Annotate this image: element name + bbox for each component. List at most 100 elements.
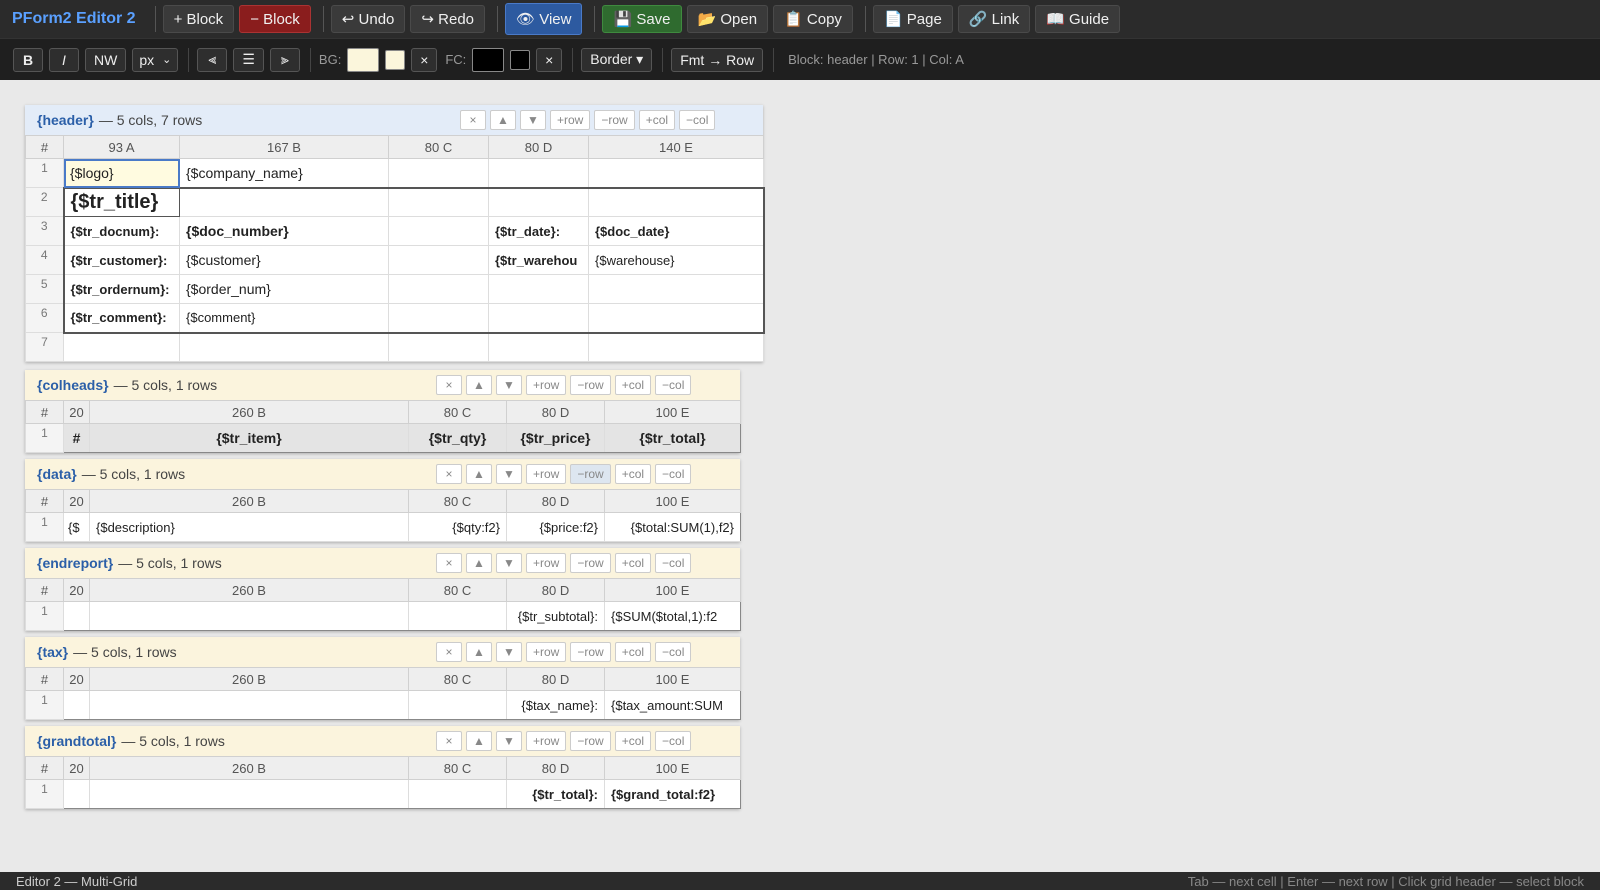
bold-button[interactable]: B bbox=[13, 47, 43, 72]
close-block-button[interactable]: × bbox=[436, 731, 462, 751]
grid-cell[interactable]: {$tr_comment}: bbox=[62, 303, 180, 334]
column-header-a[interactable]: 20 bbox=[63, 400, 90, 424]
grid-cell[interactable]: {$total:SUM(1),f2} bbox=[604, 512, 741, 542]
remove-row-button[interactable]: −row bbox=[570, 375, 611, 395]
column-header-d[interactable]: 80 D bbox=[488, 135, 589, 159]
add-col-button[interactable]: +col bbox=[614, 731, 652, 751]
grid-cell[interactable]: {$tr_customer}: bbox=[62, 245, 180, 275]
column-header-b[interactable]: 260 B bbox=[89, 489, 409, 513]
grid-cell[interactable] bbox=[588, 186, 765, 217]
grid-cell[interactable]: {$tr_total} bbox=[604, 423, 741, 453]
grid-cell[interactable]: {$SUM($total,1):f2 bbox=[604, 601, 741, 631]
column-header-d[interactable]: 80 D bbox=[506, 667, 605, 691]
column-header-e[interactable]: 100 E bbox=[604, 756, 741, 780]
move-up-button[interactable]: ▲ bbox=[490, 110, 516, 130]
move-down-button[interactable]: ▼ bbox=[496, 375, 522, 395]
move-down-button[interactable]: ▼ bbox=[520, 110, 546, 130]
grid-cell[interactable]: {$grand_total:f2} bbox=[604, 779, 741, 809]
grid-cell[interactable] bbox=[408, 690, 507, 720]
block-header-bar[interactable]: {endreport} — 5 cols, 1 rows × ▲ ▼ +row … bbox=[25, 548, 740, 578]
format-to-row-button[interactable]: Fmt → Row bbox=[671, 47, 764, 72]
column-header-a[interactable]: 20 bbox=[63, 578, 90, 602]
add-col-button[interactable]: +col bbox=[614, 375, 652, 395]
unit-select[interactable]: px ⌄ bbox=[132, 47, 179, 72]
grid-cell[interactable] bbox=[588, 332, 764, 362]
grid-cell[interactable] bbox=[388, 274, 489, 304]
guide-button[interactable]: 📖 Guide bbox=[1035, 5, 1121, 33]
grid-cell[interactable] bbox=[488, 158, 589, 188]
block-header-bar[interactable]: {data} — 5 cols, 1 rows × ▲ ▼ +row −row … bbox=[25, 459, 740, 489]
column-header-c[interactable]: 80 C bbox=[408, 667, 507, 691]
add-row-button[interactable]: +row bbox=[526, 375, 567, 395]
copy-button[interactable]: 📋 Copy bbox=[773, 5, 853, 33]
grid-cell[interactable]: {$tr_ordernum}: bbox=[62, 274, 180, 304]
add-col-button[interactable]: +col bbox=[638, 110, 676, 130]
move-up-button[interactable]: ▲ bbox=[466, 464, 492, 484]
grid-cell[interactable] bbox=[488, 332, 589, 362]
remove-col-button[interactable]: −col bbox=[655, 464, 692, 484]
column-header-c[interactable]: 80 C bbox=[388, 135, 489, 159]
save-button[interactable]: 💾 Save bbox=[602, 5, 682, 33]
move-down-button[interactable]: ▼ bbox=[496, 553, 522, 573]
grid-cell[interactable]: {$tr_warehou bbox=[488, 245, 589, 275]
move-down-button[interactable]: ▼ bbox=[496, 731, 522, 751]
grid-cell[interactable] bbox=[388, 245, 489, 275]
undo-button[interactable]: ↩ Undo bbox=[330, 5, 406, 33]
block-header-bar[interactable]: {header} — 5 cols, 7 rows × ▲ ▼ +row −ro… bbox=[25, 105, 763, 135]
remove-block-button[interactable]: − Block bbox=[239, 5, 311, 33]
add-row-button[interactable]: +row bbox=[526, 642, 567, 662]
grid-cell[interactable]: {$comment} bbox=[179, 303, 389, 334]
grid-cell[interactable] bbox=[89, 779, 409, 809]
bg-color-picker[interactable] bbox=[347, 47, 380, 72]
column-header-a[interactable]: 20 bbox=[63, 489, 90, 513]
column-header-e[interactable]: 100 E bbox=[604, 667, 741, 691]
column-header-c[interactable]: 80 C bbox=[408, 578, 507, 602]
grid-cell[interactable] bbox=[488, 303, 589, 334]
grid-cell[interactable]: {$description} bbox=[89, 512, 409, 542]
column-header-a[interactable]: 93 A bbox=[63, 135, 180, 159]
grid-cell[interactable] bbox=[179, 332, 389, 362]
remove-col-button[interactable]: −col bbox=[679, 110, 716, 130]
grid-cell[interactable] bbox=[388, 158, 489, 188]
grid-cell[interactable] bbox=[388, 216, 489, 246]
grid-cell[interactable] bbox=[408, 601, 507, 631]
grid-cell[interactable]: {$tr_item} bbox=[89, 423, 409, 453]
align-center-button[interactable]: ☰ bbox=[233, 47, 264, 72]
grid-cell[interactable]: {$tr_total}: bbox=[506, 779, 605, 809]
grid-cell[interactable]: {$ bbox=[63, 512, 90, 542]
redo-button[interactable]: ↪ Redo bbox=[410, 5, 486, 33]
remove-row-button[interactable]: −row bbox=[594, 110, 635, 130]
grid-cell[interactable]: {$tr_subtotal}: bbox=[506, 601, 605, 631]
grid-cell[interactable]: {$qty:f2} bbox=[408, 512, 507, 542]
close-block-button[interactable]: × bbox=[436, 375, 462, 395]
column-header-c[interactable]: 80 C bbox=[408, 756, 507, 780]
column-header-b[interactable]: 167 B bbox=[179, 135, 389, 159]
grid-cell[interactable]: {$doc_number} bbox=[179, 216, 389, 246]
move-up-button[interactable]: ▲ bbox=[466, 642, 492, 662]
close-block-button[interactable]: × bbox=[460, 110, 486, 130]
column-header-b[interactable]: 260 B bbox=[89, 400, 409, 424]
open-button[interactable]: 📂 Open bbox=[686, 5, 769, 33]
align-left-button[interactable]: ⫷ bbox=[197, 47, 228, 72]
column-header-e[interactable]: 100 E bbox=[604, 578, 741, 602]
grid-cell[interactable]: {$logo} bbox=[63, 158, 180, 188]
add-block-button[interactable]: + Block bbox=[162, 5, 235, 33]
move-up-button[interactable]: ▲ bbox=[466, 731, 492, 751]
grid-cell[interactable]: {$doc_date} bbox=[588, 216, 765, 246]
grid-cell[interactable]: # bbox=[63, 423, 90, 453]
block-header-bar[interactable]: {colheads} — 5 cols, 1 rows × ▲ ▼ +row −… bbox=[25, 370, 740, 400]
close-block-button[interactable]: × bbox=[436, 553, 462, 573]
grid-cell[interactable]: {$order_num} bbox=[179, 274, 389, 304]
page-button[interactable]: 📄 Page bbox=[872, 5, 953, 33]
grid-cell[interactable]: {$company_name} bbox=[179, 158, 389, 188]
grid-cell[interactable] bbox=[588, 274, 765, 304]
column-header-d[interactable]: 80 D bbox=[506, 400, 605, 424]
grid-cell[interactable] bbox=[488, 186, 589, 217]
link-button[interactable]: 🔗 Link bbox=[957, 5, 1031, 33]
column-header-e[interactable]: 100 E bbox=[604, 400, 741, 424]
remove-row-button[interactable]: −row bbox=[570, 553, 611, 573]
column-header-b[interactable]: 260 B bbox=[89, 756, 409, 780]
add-row-button[interactable]: +row bbox=[526, 464, 567, 484]
remove-col-button[interactable]: −col bbox=[655, 553, 692, 573]
add-row-button[interactable]: +row bbox=[550, 110, 591, 130]
